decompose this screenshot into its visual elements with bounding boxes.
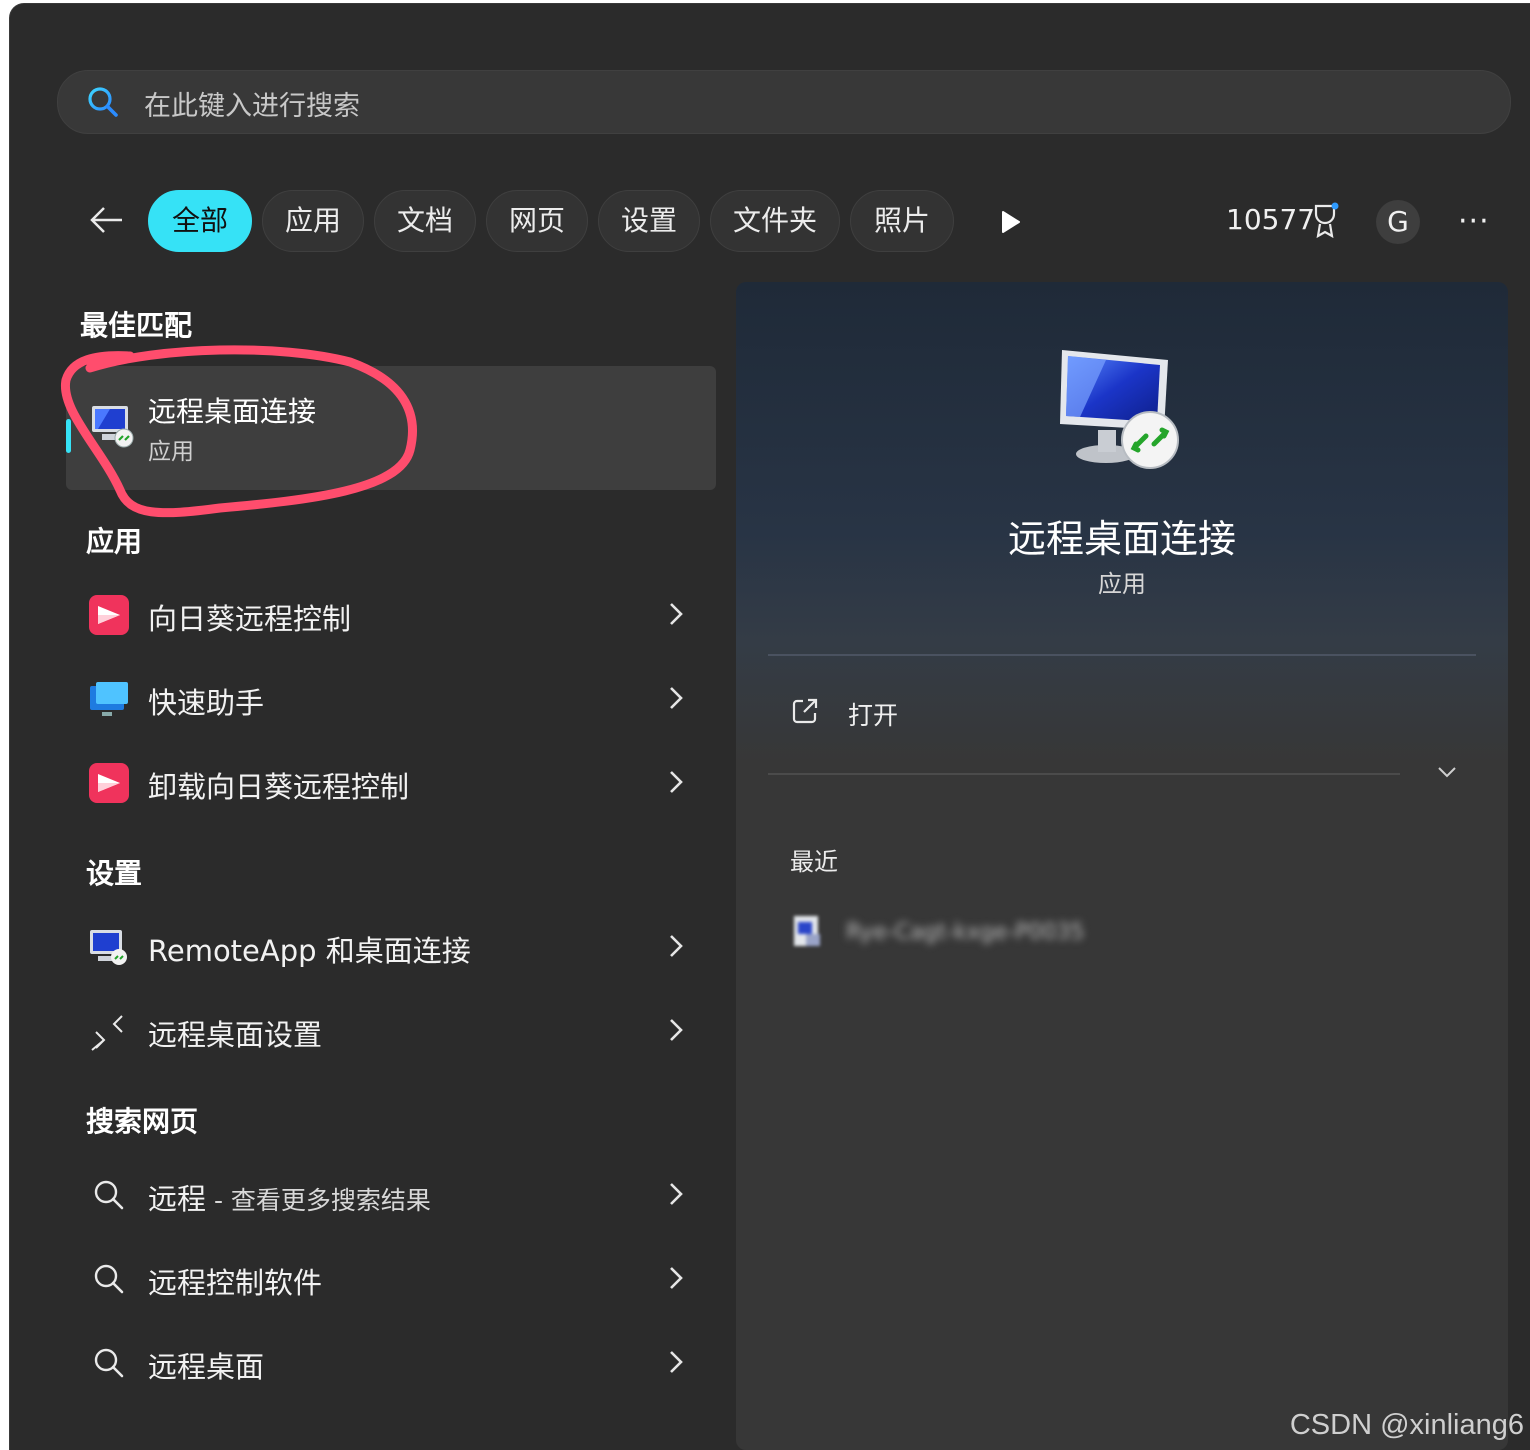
sunlogin-icon xyxy=(88,762,130,804)
app-item-uninstall-sunlogin[interactable]: 卸载向日葵远程控制 xyxy=(76,748,696,820)
setting-item-remote-desktop-settings[interactable]: 远程桌面设置 xyxy=(76,996,696,1068)
web-item-remote-control-software[interactable]: 远程控制软件 xyxy=(76,1244,696,1316)
tab-all[interactable]: 全部 xyxy=(148,190,252,252)
search-box[interactable]: 在此键入进行搜索 xyxy=(57,70,1511,134)
web-query-suffix: - 查看更多搜索结果 xyxy=(206,1186,431,1215)
setting-item-label: RemoteApp 和桌面连接 xyxy=(148,934,471,968)
chevron-down-icon[interactable] xyxy=(1436,764,1458,784)
app-item-quick-assist[interactable]: 快速助手 xyxy=(76,664,696,736)
search-icon xyxy=(86,85,120,123)
web-search-header: 搜索网页 xyxy=(86,1105,199,1138)
chevron-right-icon[interactable] xyxy=(666,1262,686,1298)
divider xyxy=(768,654,1476,656)
settings-header: 设置 xyxy=(86,857,143,890)
open-action[interactable]: 打开 xyxy=(848,696,898,732)
recent-header: 最近 xyxy=(790,848,838,876)
app-item-label: 向日葵远程控制 xyxy=(148,602,352,636)
red-circle-annotation xyxy=(50,340,430,534)
web-item-remote[interactable]: 远程 - 查看更多搜索结果 xyxy=(76,1160,696,1232)
watermark: CSDN @xinliang6 xyxy=(1289,1409,1524,1441)
app-item-label: 快速助手 xyxy=(148,686,265,720)
account-avatar[interactable]: G xyxy=(1376,200,1420,244)
rewards-points[interactable]: 10577 xyxy=(1226,203,1315,236)
tab-documents[interactable]: 文档 xyxy=(374,190,476,252)
sunlogin-icon xyxy=(88,594,130,636)
setting-item-label: 远程桌面设置 xyxy=(148,1018,323,1052)
web-item-label: 远程桌面 xyxy=(148,1350,265,1384)
recent-item[interactable]: Rye-Cagt-kxge-P0035 xyxy=(846,920,1084,945)
remote-desktop-icon xyxy=(88,926,130,968)
chevron-right-icon[interactable] xyxy=(666,1014,686,1050)
search-input[interactable]: 在此键入进行搜索 xyxy=(144,84,360,123)
tab-photos[interactable]: 照片 xyxy=(850,190,954,252)
best-match-header: 最佳匹配 xyxy=(80,309,193,342)
tab-settings[interactable]: 设置 xyxy=(598,190,700,252)
quick-assist-icon xyxy=(88,678,130,720)
tab-folders[interactable]: 文件夹 xyxy=(710,190,840,252)
more-options-icon[interactable]: ··· xyxy=(1458,204,1490,239)
search-window: 在此键入进行搜索 全部 应用 文档 网页 设置 文件夹 照片 10577 G ·… xyxy=(10,4,1530,1450)
apps-header: 应用 xyxy=(86,525,143,558)
tab-apps[interactable]: 应用 xyxy=(262,190,364,252)
detail-subtitle: 应用 xyxy=(1098,570,1146,598)
web-item-remote-desktop[interactable]: 远程桌面 xyxy=(76,1328,696,1400)
remote-arrows-icon xyxy=(88,1010,130,1052)
chevron-right-icon[interactable] xyxy=(666,766,686,802)
detail-title: 远程桌面连接 xyxy=(1007,517,1236,561)
app-item-label: 卸载向日葵远程控制 xyxy=(148,770,410,804)
web-item-label: 远程 - 查看更多搜索结果 xyxy=(148,1176,431,1218)
detail-pane: 远程桌面连接 应用 打开 最近 Rye-Cagt-kxge-P0035 xyxy=(736,282,1508,1450)
rewards-trophy-icon[interactable] xyxy=(1310,202,1340,244)
chevron-right-icon[interactable] xyxy=(666,1178,686,1214)
search-icon xyxy=(88,1174,130,1216)
chevron-right-icon[interactable] xyxy=(666,1346,686,1382)
chevron-right-icon[interactable] xyxy=(666,682,686,718)
chevron-right-icon[interactable] xyxy=(666,930,686,966)
open-external-icon[interactable] xyxy=(790,696,820,730)
divider xyxy=(768,773,1400,775)
remote-desktop-icon xyxy=(1054,344,1190,484)
web-item-label: 远程控制软件 xyxy=(148,1266,323,1300)
web-query: 远程 xyxy=(148,1182,207,1216)
back-arrow-icon[interactable] xyxy=(86,200,126,244)
chevron-right-icon[interactable] xyxy=(666,598,686,634)
search-icon xyxy=(88,1342,130,1384)
app-item-sunlogin[interactable]: 向日葵远程控制 xyxy=(76,580,696,652)
tab-web[interactable]: 网页 xyxy=(486,190,588,252)
search-icon xyxy=(88,1258,130,1300)
setting-item-remoteapp[interactable]: RemoteApp 和桌面连接 xyxy=(76,912,696,984)
rdp-file-icon xyxy=(790,914,826,954)
play-more-tabs-icon[interactable] xyxy=(1000,210,1022,238)
